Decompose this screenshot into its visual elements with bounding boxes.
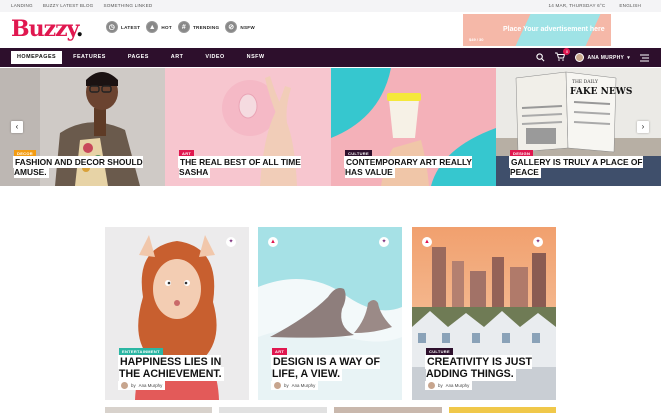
slide-title[interactable]: THE REAL BEST OF ALL TIME SASHA bbox=[179, 157, 319, 177]
next-post-thumb[interactable] bbox=[449, 407, 556, 413]
nav-item-art[interactable]: ART bbox=[160, 51, 195, 64]
slide-title[interactable]: GALLERY IS TRULY A PLACE OF PEACE bbox=[510, 157, 650, 177]
clock-icon: ◷ bbox=[106, 21, 118, 33]
hash-icon: # bbox=[177, 21, 190, 33]
featured-slider: DECOR FASHION AND DECOR SHOULD AMUSE. AR… bbox=[0, 68, 661, 186]
slide-culture[interactable]: CULTURE CONTEMPORARY ART REALLY HAS VALU… bbox=[331, 68, 496, 186]
author-byline[interactable]: by Ana Murphy bbox=[425, 381, 473, 390]
cart-button[interactable]: 0 bbox=[555, 48, 571, 63]
next-post-thumb[interactable] bbox=[219, 407, 327, 413]
avatar bbox=[575, 53, 585, 62]
slide-title[interactable]: FASHION AND DECOR SHOULD AMUSE. bbox=[14, 157, 154, 177]
chevron-left-icon: ‹ bbox=[15, 122, 19, 131]
quick-link-nsfw[interactable]: ⊘ NSFW bbox=[225, 21, 255, 33]
newspaper-headline: FAKE NEWS bbox=[570, 87, 633, 97]
hot-badge[interactable]: ▲ bbox=[268, 237, 278, 247]
nav-item-nsfw[interactable]: NSFW bbox=[236, 51, 276, 64]
top-link-blog[interactable]: BUZZY LATEST BLOG bbox=[43, 3, 94, 8]
nav-item-homepages[interactable]: HOMEPAGES bbox=[11, 51, 63, 64]
hot-badge[interactable]: ▲ bbox=[422, 237, 432, 247]
slide-title[interactable]: CONTEMPORARY ART REALLY HAS VALUE bbox=[345, 157, 485, 177]
post-card-creativity[interactable]: ▲ ✦ CULTURE CREATIVITY IS JUST ADDING TH… bbox=[412, 227, 556, 400]
eye-off-icon: ⊘ bbox=[225, 21, 238, 33]
category-badge[interactable]: DECOR bbox=[14, 150, 36, 157]
top-links: LANDING BUZZY LATEST BLOG SOMETHING LINK… bbox=[11, 3, 152, 8]
ad-price: $49 / 30 bbox=[469, 37, 484, 42]
ad-banner[interactable]: Place Your advertisement here $49 / 30 bbox=[463, 14, 611, 46]
category-badge[interactable]: CULTURE bbox=[345, 150, 372, 157]
category-badge[interactable]: CULTURE bbox=[426, 348, 453, 355]
quick-link-latest[interactable]: ◷ LATEST bbox=[106, 21, 140, 33]
category-badge[interactable]: DESIGN bbox=[510, 150, 534, 157]
category-badge[interactable]: ART bbox=[272, 348, 288, 355]
card-title[interactable]: DESIGN IS A WAY OF LIFE, A VIEW. bbox=[272, 356, 396, 380]
nav-item-features[interactable]: FEATURES bbox=[62, 51, 117, 64]
language-select[interactable]: ENGLISH bbox=[619, 3, 641, 8]
top-bar: LANDING BUZZY LATEST BLOG SOMETHING LINK… bbox=[0, 0, 661, 12]
next-post-thumb[interactable] bbox=[105, 407, 212, 413]
avatar bbox=[274, 382, 281, 389]
reaction-badge[interactable]: ✦ bbox=[226, 237, 236, 247]
quick-links: ◷ LATEST ▲ HOT # TRENDING ⊘ NSFW bbox=[106, 21, 255, 33]
reaction-badge[interactable]: ✦ bbox=[379, 237, 389, 247]
top-link-something[interactable]: SOMETHING LINKED bbox=[103, 3, 152, 8]
flame-icon: ▲ bbox=[146, 21, 159, 33]
quick-link-trending[interactable]: # TRENDING bbox=[177, 21, 219, 33]
post-card-happiness[interactable]: ✦ ENTERTAINMENT HAPPINESS LIES IN THE AC… bbox=[105, 227, 249, 400]
newspaper-top-text: THE DAILY bbox=[572, 80, 598, 85]
avatar bbox=[121, 382, 128, 389]
author-byline[interactable]: by Ana Murphy bbox=[271, 381, 319, 390]
next-post-thumb[interactable] bbox=[334, 407, 442, 413]
category-badge[interactable]: ART bbox=[179, 150, 195, 157]
ad-title: Place Your advertisement here bbox=[503, 26, 605, 33]
avatar bbox=[428, 382, 435, 389]
nav-item-pages[interactable]: PAGES bbox=[117, 51, 160, 64]
user-name: ANA MURPHY bbox=[587, 54, 625, 61]
card-title[interactable]: HAPPINESS LIES IN THE ACHIEVEMENT. bbox=[119, 356, 243, 380]
search-icon[interactable] bbox=[536, 53, 545, 62]
card-title[interactable]: CREATIVITY IS JUST ADDING THINGS. bbox=[426, 356, 550, 380]
slider-prev-button[interactable]: ‹ bbox=[11, 121, 23, 133]
nav-item-video[interactable]: VIDEO bbox=[194, 51, 235, 64]
slide-fashion[interactable]: DECOR FASHION AND DECOR SHOULD AMUSE. bbox=[0, 68, 165, 186]
main-nav: HOMEPAGES FEATURES PAGES ART VIDEO NSFW … bbox=[0, 48, 661, 67]
post-card-design[interactable]: ▲ ✦ ART DESIGN IS A WAY OF LIFE, A VIEW.… bbox=[258, 227, 402, 400]
hamburger-menu-icon[interactable] bbox=[640, 54, 649, 62]
user-menu[interactable]: ANA MURPHY ▾ bbox=[575, 53, 630, 62]
date-weather: 14 MAR, THURSDAY 6°C bbox=[548, 3, 606, 8]
site-header: Buzzy. ◷ LATEST ▲ HOT # TRENDING ⊘ NSFW … bbox=[0, 12, 661, 48]
quick-link-hot[interactable]: ▲ HOT bbox=[146, 21, 172, 33]
chevron-right-icon: › bbox=[641, 122, 645, 131]
top-link-landing[interactable]: LANDING bbox=[11, 3, 33, 8]
chevron-down-icon: ▾ bbox=[627, 54, 630, 61]
reaction-badge[interactable]: ✦ bbox=[533, 237, 543, 247]
slider-next-button[interactable]: › bbox=[637, 121, 649, 133]
category-badge[interactable]: ENTERTAINMENT bbox=[119, 348, 163, 355]
site-logo[interactable]: Buzzy. bbox=[11, 17, 83, 41]
cart-count-badge: 0 bbox=[563, 48, 571, 55]
author-byline[interactable]: by Ana Murphy bbox=[118, 381, 166, 390]
slide-art[interactable]: ART THE REAL BEST OF ALL TIME SASHA bbox=[165, 68, 331, 186]
